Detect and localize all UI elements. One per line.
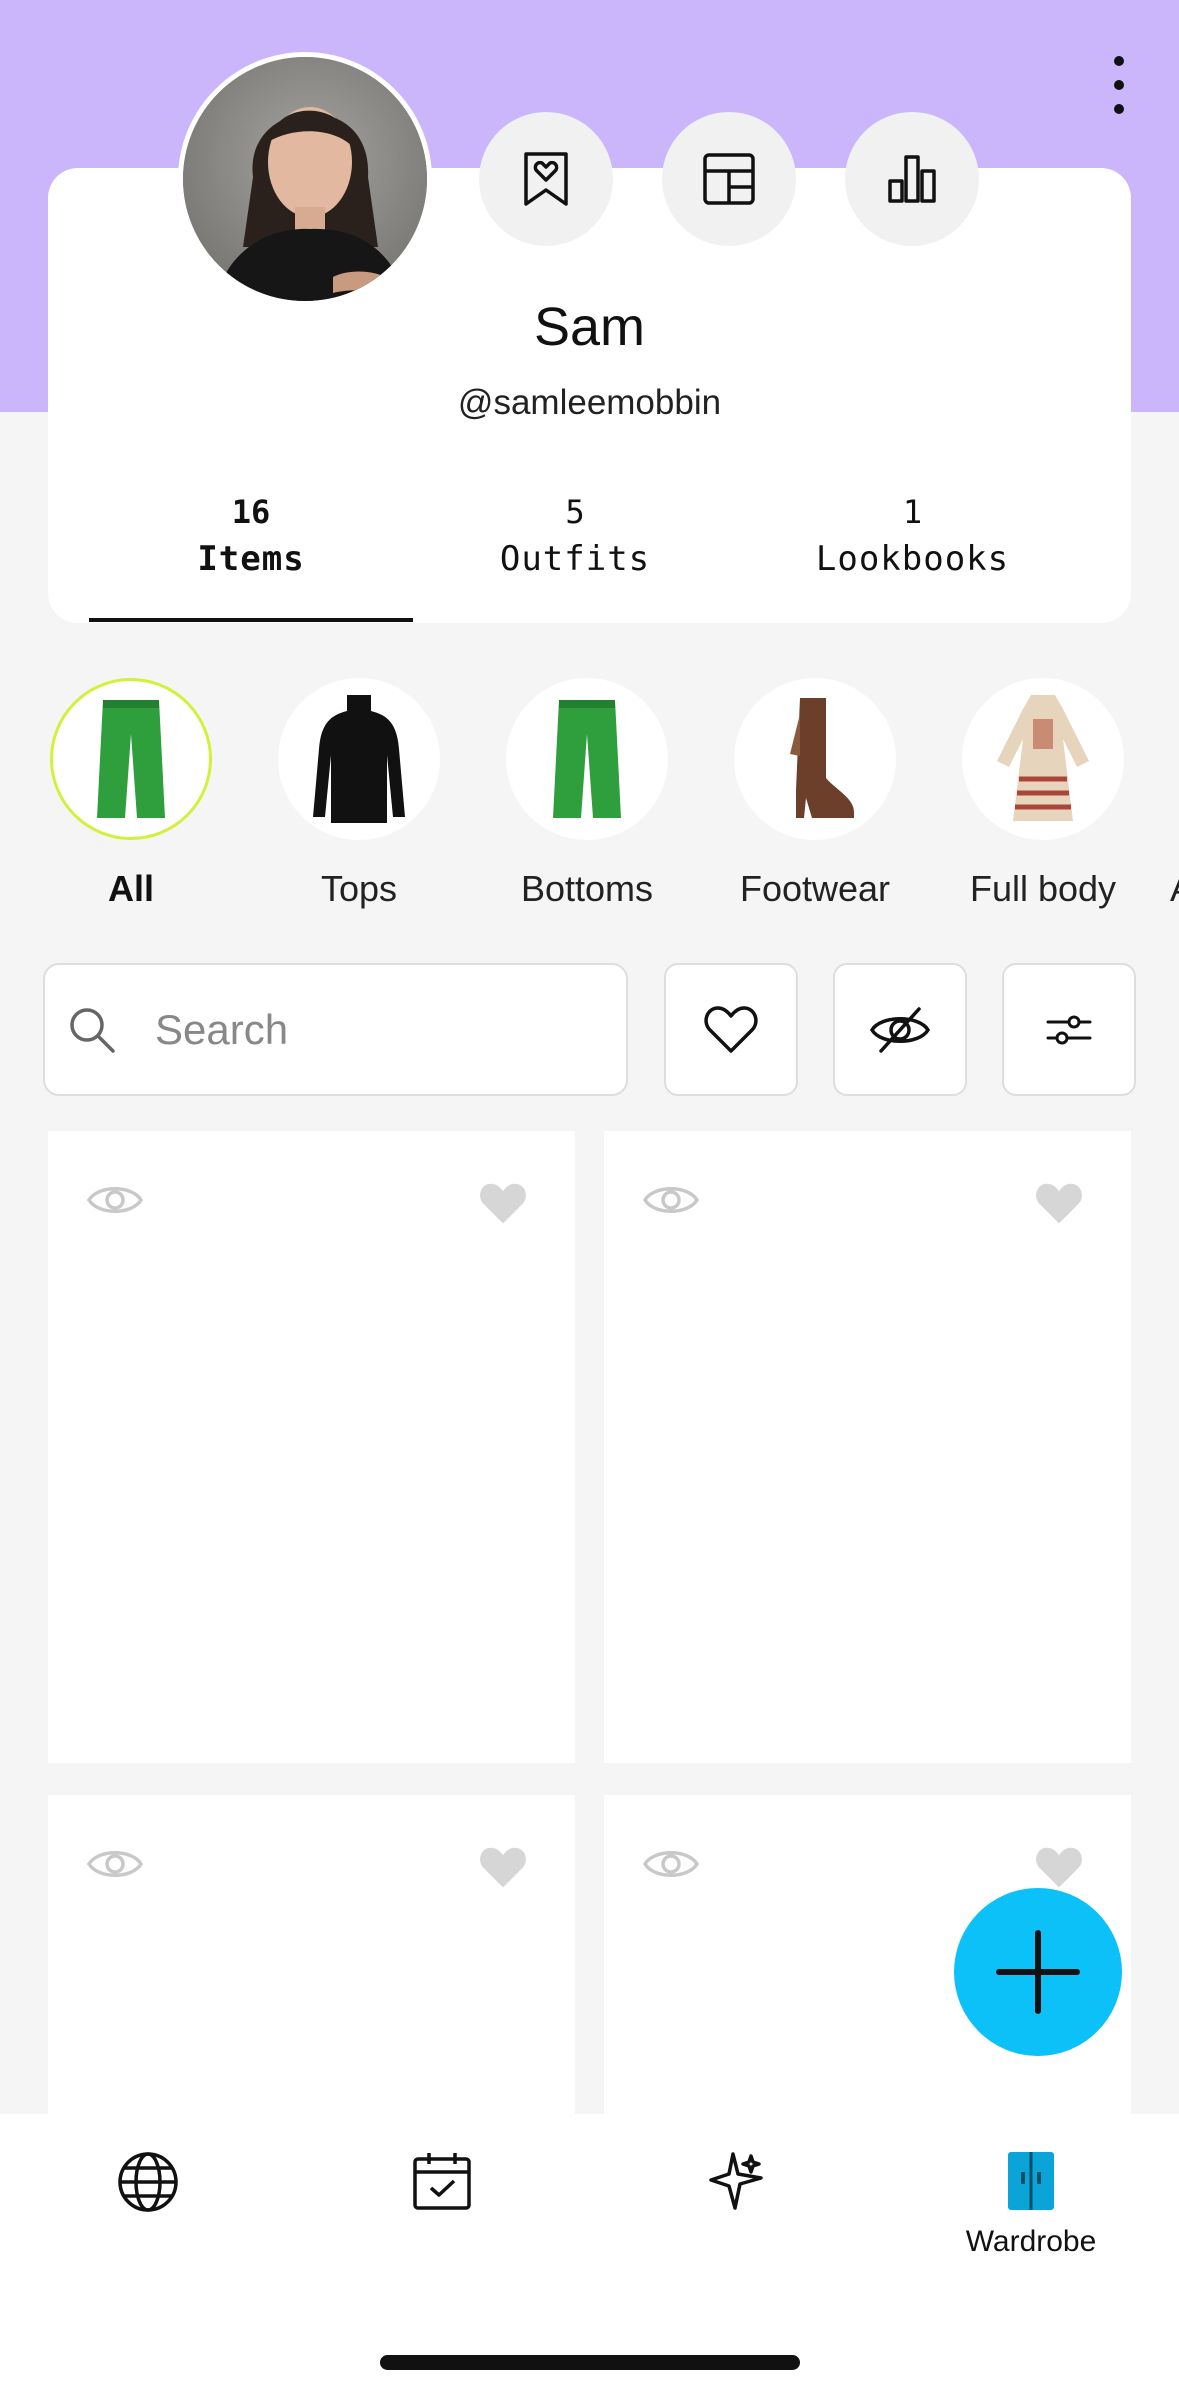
hidden-filter-button[interactable] [833,963,967,1096]
tab-outfits[interactable]: 5 Outfits [440,490,710,584]
category-thumbnail [506,678,668,840]
favorite-icon[interactable] [1033,1181,1085,1227]
heart-icon [704,1005,758,1053]
category-thumbnail [50,678,212,840]
lookbooks-label: Lookbooks [815,539,1010,579]
nav-explore[interactable] [63,2150,233,2227]
category-label: Footwear [739,868,891,909]
category-label: All [107,868,154,909]
favorite-icon[interactable] [477,1181,529,1227]
outfits-label: Outfits [499,539,651,579]
wardrobe-item-card[interactable] [48,1131,575,1763]
profile-name: Sam [533,297,646,357]
filter-settings-button[interactable] [1002,963,1136,1096]
sliders-icon [1046,1015,1092,1044]
layout-icon [703,153,755,205]
category-footwear[interactable]: Footwear [715,678,915,910]
visibility-icon[interactable] [86,1181,144,1219]
outfits-count: 5 [565,493,585,531]
bar-chart-icon [888,155,936,203]
favorite-icon[interactable] [477,1845,529,1891]
visibility-icon[interactable] [642,1181,700,1219]
category-next-partial: A [1168,678,1179,910]
category-all[interactable]: All [31,678,231,910]
category-filter-row: All Tops Bottoms Footwear Full body A [0,678,1179,918]
bookmark-heart-icon [524,152,568,206]
profile-tabs: 16 Items 5 Outfits 1 Lookbooks [0,490,1179,620]
sparkle-icon [709,2152,763,2210]
category-bottoms[interactable]: Bottoms [487,678,687,910]
favorites-filter-button[interactable] [664,963,798,1096]
search-icon [70,1007,115,1053]
layout-button[interactable] [662,112,796,246]
items-count: 16 [231,493,271,531]
lookbooks-count: 1 [902,493,923,531]
visibility-icon[interactable] [86,1845,144,1883]
nav-wardrobe[interactable]: Wardrobe [946,2150,1116,2259]
category-label: Tops [320,868,398,909]
items-label: Items [197,539,305,579]
wardrobe-item-card[interactable] [48,1795,575,2125]
active-tab-indicator [89,618,413,622]
add-item-button[interactable] [954,1888,1122,2056]
plus-icon [996,1930,1080,2014]
favorite-icon[interactable] [1033,1845,1085,1891]
avatar[interactable] [178,52,432,306]
category-full-body[interactable]: Full body [943,678,1143,910]
bottom-navigation: Wardrobe [0,2114,1179,2396]
nav-wardrobe-label: Wardrobe [965,2225,1097,2258]
wardrobe-icon [1008,2152,1054,2210]
search-field[interactable] [43,963,628,1096]
nav-ai-stylist[interactable] [651,2150,821,2225]
eye-off-icon [869,1006,931,1053]
more-icon [1114,56,1124,66]
tab-items[interactable]: 16 Items [89,490,413,584]
search-input[interactable] [155,1005,555,1054]
more-options-button[interactable] [1099,50,1139,120]
profile-handle: @samleemobbin [457,383,722,422]
wardrobe-item-card[interactable] [604,1131,1131,1763]
visibility-icon[interactable] [642,1845,700,1883]
category-thumbnail [962,678,1124,840]
globe-icon [118,2152,178,2212]
category-label: Bottoms [520,868,654,909]
nav-planner[interactable] [357,2150,527,2225]
category-thumbnail [734,678,896,840]
saved-button[interactable] [479,112,613,246]
tab-lookbooks[interactable]: 1 Lookbooks [770,490,1055,584]
calendar-check-icon [413,2153,471,2210]
category-label: Full body [969,868,1117,909]
category-thumbnail [278,678,440,840]
stats-button[interactable] [845,112,979,246]
home-indicator [380,2355,800,2370]
category-tops[interactable]: Tops [259,678,459,910]
